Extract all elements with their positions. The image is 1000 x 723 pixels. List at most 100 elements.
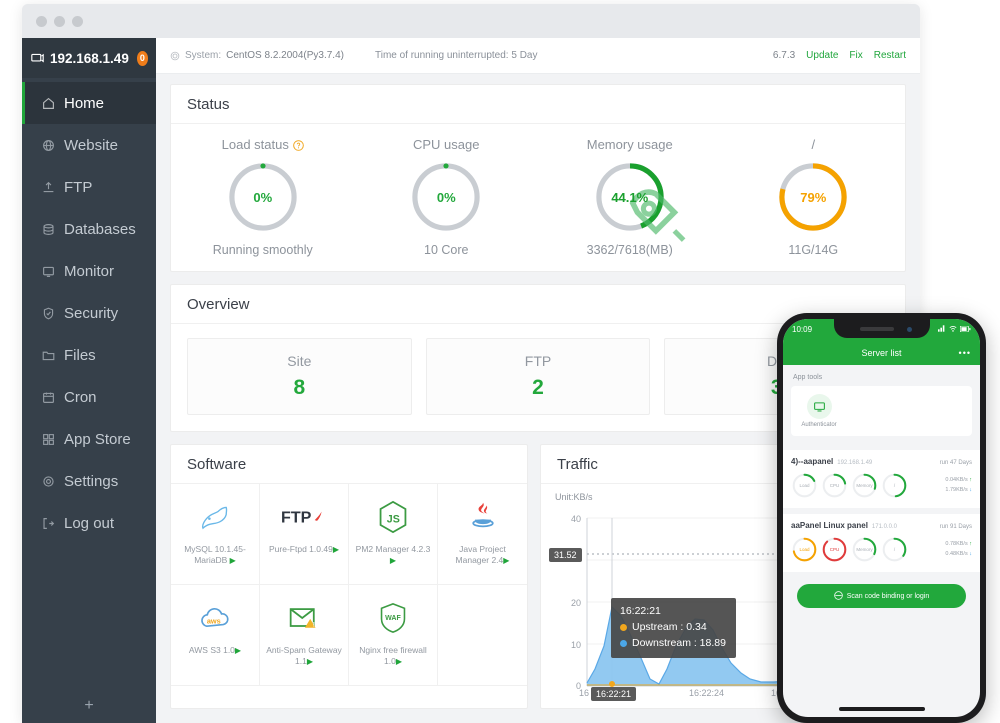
sidebar-item-monitor[interactable]: Monitor	[22, 250, 156, 292]
server-name: 4)--aapanel	[791, 457, 834, 466]
phone-server-row[interactable]: aaPanel Linux panel 171.0.0.0 run 91 Day…	[783, 514, 980, 572]
tool-label: Authenticator	[801, 422, 837, 428]
authenticator-icon	[806, 394, 832, 419]
software-tile[interactable]: MySQL 10.1.45-MariaDB ▶	[171, 484, 260, 585]
tooltip-upstream: Upstream : 0.34	[632, 620, 707, 633]
sidebar-add-button[interactable]: +	[22, 689, 156, 723]
upload-icon	[41, 180, 55, 194]
scan-code-button[interactable]: Scan code binding or login	[797, 584, 966, 608]
help-icon[interactable]	[293, 139, 304, 151]
sidebar-item-security[interactable]: Security	[22, 292, 156, 334]
sidebar-nav: Home Website FTP Databases Monitor Secur…	[22, 78, 156, 689]
sidebar-item-home[interactable]: Home	[22, 82, 156, 124]
sidebar-item-label: Website	[64, 136, 118, 154]
upload-rate: 0.78KB/s ↑	[945, 541, 972, 548]
software-grid: MySQL 10.1.45-MariaDB ▶ FTP Pure-Ftpd 1.…	[171, 484, 527, 686]
software-name: Anti-Spam Gateway 1.1▶	[266, 645, 342, 667]
update-button[interactable]: Update	[806, 50, 838, 61]
ftp-icon: FTP	[281, 496, 327, 538]
database-icon	[41, 222, 55, 236]
sidebar-item-log-out[interactable]: Log out	[22, 502, 156, 544]
shield-icon	[41, 306, 55, 320]
mini-gauge-memory: Memory	[851, 536, 878, 563]
server-rates: 0.78KB/s ↑ 0.48KB/s ↓	[945, 540, 972, 559]
phone-notch	[833, 319, 930, 338]
folder-icon	[41, 348, 55, 362]
software-tile[interactable]: WAF Nginx free firewall 1.0▶	[349, 585, 438, 686]
home-icon	[41, 96, 55, 110]
sidebar-item-label: Settings	[64, 472, 119, 490]
server-icon	[30, 51, 44, 65]
fix-button[interactable]: Fix	[849, 50, 862, 61]
tooltip-time: 16:22:21	[620, 605, 661, 617]
server-uptime: run 91 Days	[939, 524, 972, 530]
software-tile[interactable]: FTP Pure-Ftpd 1.0.49▶	[260, 484, 349, 585]
arrow-up-icon: ↑	[969, 477, 972, 484]
restart-button[interactable]: Restart	[874, 50, 906, 61]
sidebar-item-label: Log out	[64, 514, 115, 532]
software-tile[interactable]: JS PM2 Manager 4.2.3 ▶	[349, 484, 438, 585]
sidebar-item-label: Home	[64, 94, 105, 112]
overview-value: 2	[532, 376, 544, 399]
close-icon[interactable]	[36, 15, 47, 27]
sidebar-host-label: 192.168.1.49	[50, 50, 129, 66]
arrow-up-icon: ↑	[969, 541, 972, 548]
app-tools-card: Authenticator	[791, 386, 972, 436]
svg-text:aws: aws	[207, 617, 221, 626]
running-icon: ▶	[389, 556, 397, 566]
software-tile[interactable]: Java Project Manager 2.4▶	[438, 484, 527, 585]
running-icon: ▶	[306, 657, 313, 667]
phone-more-button[interactable]: •••	[959, 348, 971, 358]
xtick-highlight-pill: 16:22:21	[591, 687, 637, 701]
maximize-icon[interactable]	[72, 15, 83, 27]
running-icon: ▶	[503, 556, 510, 566]
mini-gauge-disk: /	[881, 536, 908, 563]
sidebar-item-cron[interactable]: Cron	[22, 376, 156, 418]
waf-icon: WAF	[378, 597, 408, 639]
sidebar-item-app-store[interactable]: App Store	[22, 418, 156, 460]
software-tile[interactable]: ! Anti-Spam Gateway 1.1▶	[260, 585, 349, 686]
sidebar-item-website[interactable]: Website	[22, 124, 156, 166]
speaker-icon	[859, 327, 894, 331]
running-icon: ▶	[332, 545, 339, 554]
download-rate: 0.48KB/s ↓	[945, 550, 972, 557]
uptime-text: Time of running uninterrupted: 5 Day	[374, 50, 538, 61]
phone-server-row[interactable]: 4)--aapanel 192.168.1.49 run 47 Days Loa…	[783, 450, 980, 508]
minimize-icon[interactable]	[54, 15, 65, 27]
globe-icon	[41, 138, 55, 152]
mini-gauge-load: Load	[791, 472, 818, 499]
gauge-memory-usage: Memory usage 44.1% 3362/7618(MB)	[538, 136, 722, 257]
sidebar-item-databases[interactable]: Databases	[22, 208, 156, 250]
gauge-title-row: /	[811, 136, 815, 152]
sidebar-item-ftp[interactable]: FTP	[22, 166, 156, 208]
phone-mockup: 10:09 Server list ••• App tools Authenti…	[777, 313, 986, 723]
running-icon: ▶	[229, 556, 236, 566]
xtick-second: 16:22:24	[689, 688, 725, 698]
mail-icon: !	[288, 597, 320, 639]
overview-box-site[interactable]: Site 8	[187, 338, 412, 415]
sidebar-item-files[interactable]: Files	[22, 334, 156, 376]
phone-header-title: Server list	[861, 347, 902, 358]
panel-version: 6.7.3	[772, 50, 796, 61]
svg-text:FTP: FTP	[281, 508, 312, 526]
software-name: PM2 Manager 4.2.3 ▶	[355, 544, 431, 566]
tool-authenticator[interactable]: Authenticator	[799, 394, 839, 428]
sidebar-item-label: FTP	[64, 178, 93, 196]
sidebar-item-label: App Store	[64, 430, 131, 448]
software-name: MySQL 10.1.45-MariaDB ▶	[184, 544, 246, 566]
mariadb-icon	[199, 496, 231, 538]
software-tile[interactable]: aws AWS S3 1.0▶	[171, 585, 260, 686]
gauge-subtext: 11G/14G	[788, 243, 839, 257]
server-ip: 171.0.0.0	[871, 524, 897, 530]
window-titlebar	[22, 4, 920, 38]
top-status-bar: System: CentOS 8.2.2004(Py3.7.4) Time of…	[156, 38, 920, 74]
java-icon	[467, 496, 499, 538]
gauge-value: 79%	[800, 189, 827, 205]
screenshot-root: 192.168.1.49 0 Home Website FTP Database…	[0, 0, 1000, 723]
software-name: Nginx free firewall 1.0▶	[359, 645, 427, 667]
sidebar-item-settings[interactable]: Settings	[22, 460, 156, 502]
overview-box-ftp[interactable]: FTP 2	[425, 338, 651, 415]
software-title: Software	[171, 445, 527, 484]
svg-text:JS: JS	[387, 513, 400, 525]
sidebar-host[interactable]: 192.168.1.49 0	[22, 38, 156, 78]
